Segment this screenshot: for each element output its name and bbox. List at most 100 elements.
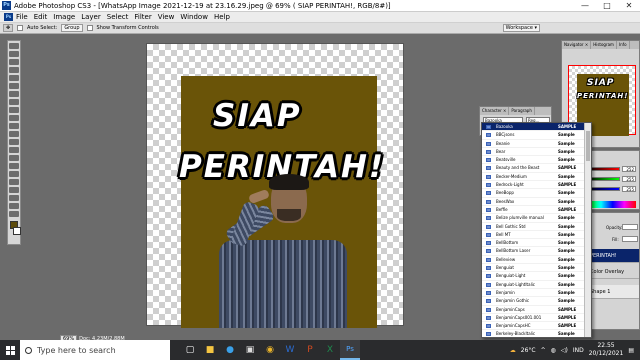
stamp-tool-icon[interactable]	[9, 107, 19, 113]
blue-value[interactable]: 255	[622, 186, 636, 192]
powerpoint-icon[interactable]: P	[300, 340, 320, 360]
gradient-tool-icon[interactable]	[9, 131, 19, 137]
menu-window[interactable]: Window	[180, 13, 208, 21]
type-tool-icon[interactable]	[9, 163, 19, 169]
eraser-tool-icon[interactable]	[9, 123, 19, 129]
shape-tool-icon[interactable]	[9, 179, 19, 185]
menu-view[interactable]: View	[158, 13, 175, 21]
network-icon[interactable]: ◍	[551, 347, 556, 354]
font-list-item[interactable]: O Bedrock-Light SAMPLE	[482, 181, 591, 190]
excel-icon[interactable]: X	[320, 340, 340, 360]
font-list-item[interactable]: O Bell Gothic Std Sample	[482, 223, 591, 231]
magic-wand-tool-icon[interactable]	[9, 67, 19, 73]
pen-tool-icon[interactable]	[9, 155, 19, 161]
font-list-item[interactable]: O Belize plumville manual Sample	[482, 214, 591, 223]
blur-tool-icon[interactable]	[9, 139, 19, 145]
font-list-item[interactable]: O Bell MT Sample	[482, 231, 591, 240]
taskbar-search-box[interactable]: Type here to search	[20, 340, 170, 360]
tab-navigator[interactable]: Navigator ×	[562, 41, 592, 49]
fill-input[interactable]	[622, 236, 638, 242]
font-list-item[interactable]: O BenjaminCaps001.001 SAMPLE	[482, 314, 591, 323]
lasso-tool-icon[interactable]	[9, 59, 19, 65]
red-value[interactable]: 252	[622, 166, 636, 172]
font-list-item[interactable]: O BeeBopp Sample	[482, 189, 591, 198]
menu-help[interactable]: Help	[214, 13, 230, 21]
font-list-item[interactable]: O Benjamin Gothic Sample	[482, 297, 591, 306]
font-list-item[interactable]: O BellBottom Sample	[482, 239, 591, 248]
crop-tool-icon[interactable]	[9, 75, 19, 81]
font-list-item[interactable]: O Beanie Sample	[482, 140, 591, 148]
eyedropper-tool-icon[interactable]	[9, 195, 19, 201]
font-list-item[interactable]: O Bazooka SAMPLE	[482, 123, 591, 132]
start-button[interactable]	[0, 340, 20, 360]
brush-tool-icon[interactable]	[9, 99, 19, 105]
tab-histogram[interactable]: Histogram	[591, 41, 617, 49]
font-list-item[interactable]: O Beatsville Sample	[482, 156, 591, 165]
font-list-item[interactable]: O Berkeley-BlackItalic Sample	[482, 330, 591, 337]
notes-tool-icon[interactable]	[9, 187, 19, 193]
move-tool-icon[interactable]	[9, 43, 19, 49]
opacity-input[interactable]	[622, 224, 638, 230]
menu-edit[interactable]: Edit	[34, 13, 48, 21]
group-select[interactable]: Group	[61, 24, 83, 32]
path-selection-tool-icon[interactable]	[9, 171, 19, 177]
font-list-item[interactable]: O BeesWax Sample	[482, 198, 591, 206]
font-list-item[interactable]: O Benjamin Sample	[482, 289, 591, 298]
tab-paragraph[interactable]: Paragraph	[509, 107, 535, 115]
font-list-item[interactable]: O BenjaminCapsHC SAMPLE	[482, 322, 591, 331]
font-list-item[interactable]: O Benguiat-LightItalic Sample	[482, 281, 591, 289]
weather-icon[interactable]: ☁	[510, 347, 516, 354]
store-icon[interactable]: ▣	[240, 340, 260, 360]
font-list-item[interactable]: O Benguiat-Light Sample	[482, 272, 591, 281]
maximize-button[interactable]: □	[596, 0, 618, 12]
slice-tool-icon[interactable]	[9, 83, 19, 89]
font-list-item[interactable]: O BenjaminCaps SAMPLE	[482, 306, 591, 314]
font-list-item[interactable]: O Becker-Medium Sample	[482, 173, 591, 182]
menu-image[interactable]: Image	[53, 13, 75, 21]
auto-select-checkbox[interactable]	[17, 25, 23, 31]
font-list-item[interactable]: O Belleview Sample	[482, 256, 591, 265]
document-canvas[interactable]: SIAP PERINTAH!	[146, 43, 404, 328]
close-button[interactable]: ✕	[618, 0, 640, 12]
zoom-tool-icon[interactable]	[9, 211, 19, 217]
clock[interactable]: 22.55 20/12/2021	[589, 342, 624, 358]
font-list-item[interactable]: O BBCjsons Sample	[482, 131, 591, 140]
move-tool-icon[interactable]: ✥	[3, 24, 13, 32]
background-color-swatch[interactable]	[13, 227, 21, 235]
green-value[interactable]: 255	[622, 176, 636, 182]
ps-menu-icon[interactable]: Ps	[4, 13, 13, 21]
font-list-item[interactable]: O Beauty and the Beast SAMPLE	[482, 164, 591, 173]
tab-character[interactable]: Character ×	[480, 107, 510, 115]
dodge-tool-icon[interactable]	[9, 147, 19, 153]
menu-layer[interactable]: Layer	[81, 13, 101, 21]
font-list-scrollbar[interactable]	[584, 123, 591, 337]
font-list-item[interactable]: O Benguiat Sample	[482, 264, 591, 273]
word-icon[interactable]: W	[280, 340, 300, 360]
menu-file[interactable]: File	[16, 13, 28, 21]
healing-tool-icon[interactable]	[9, 91, 19, 97]
chrome-icon[interactable]: ◉	[260, 340, 280, 360]
minimize-button[interactable]: —	[574, 0, 596, 12]
tab-info[interactable]: Info	[617, 41, 630, 49]
caption-siap[interactable]: SIAP	[213, 98, 302, 134]
history-brush-tool-icon[interactable]	[9, 115, 19, 121]
volume-icon[interactable]: ◁)	[561, 347, 568, 354]
edge-browser-icon[interactable]: ●	[220, 340, 240, 360]
workspace-button[interactable]: Workspace ▾	[502, 24, 540, 32]
language-indicator[interactable]: IND	[573, 347, 584, 354]
photoshop-taskbar-icon[interactable]: Ps	[340, 340, 360, 360]
menu-select[interactable]: Select	[107, 13, 129, 21]
file-explorer-icon[interactable]: ■	[200, 340, 220, 360]
tray-arrow-icon[interactable]: ^	[541, 347, 546, 354]
font-list-item[interactable]: O Bear Sample	[482, 148, 591, 157]
menu-filter[interactable]: Filter	[134, 13, 151, 21]
notifications-icon[interactable]: ▤	[628, 347, 634, 354]
font-list-item[interactable]: O BellBottom Laser Sample	[482, 247, 591, 256]
font-list-item[interactable]: O Beffle SAMPLE	[482, 206, 591, 215]
show-transform-checkbox[interactable]	[86, 25, 93, 31]
temperature[interactable]: 26°C	[521, 347, 536, 354]
hand-tool-icon[interactable]	[9, 203, 19, 209]
nav-caption-line2: PERINTAH!	[577, 92, 629, 100]
marquee-tool-icon[interactable]	[9, 51, 19, 57]
task-view-icon[interactable]: ▢	[180, 340, 200, 360]
